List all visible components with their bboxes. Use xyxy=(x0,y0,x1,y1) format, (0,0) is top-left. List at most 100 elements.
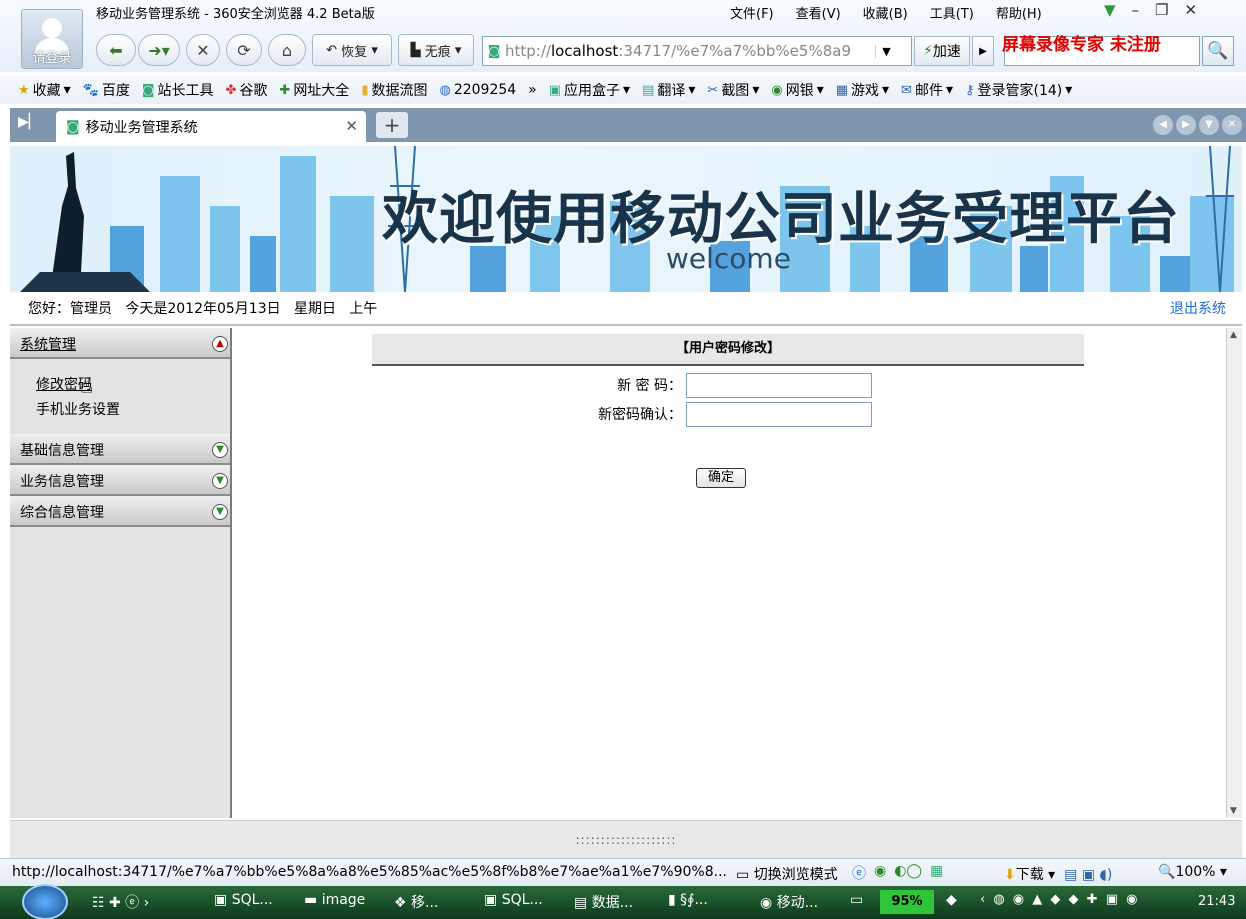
google-icon: ✤ xyxy=(225,82,237,98)
menu-tools[interactable]: 工具(T) xyxy=(930,3,974,22)
bookmark-google[interactable]: ✤ 谷歌 xyxy=(226,80,268,100)
task-mobile-1[interactable]: ❖ 移... xyxy=(394,892,438,912)
expand-icon[interactable]: ▼ xyxy=(212,504,228,520)
tab-next-icon[interactable]: ▶ xyxy=(1176,115,1196,135)
new-password-label: 新 密 码： xyxy=(617,378,682,394)
confirm-password-input[interactable] xyxy=(686,402,872,427)
login-avatar[interactable]: 请登录 xyxy=(21,9,83,69)
restore-window-icon[interactable]: ❐ xyxy=(1155,1,1168,19)
refresh-button[interactable]: ⟳ xyxy=(226,34,262,66)
forward-button[interactable]: ➜▾ xyxy=(138,34,180,66)
bookmark-sites[interactable]: ✚ 网址大全 xyxy=(279,80,349,100)
tab-current[interactable]: ◙ 移动业务管理系统 ✕ xyxy=(56,111,366,142)
calculator-icon[interactable]: ▦ xyxy=(930,863,943,883)
new-tab-button[interactable]: + xyxy=(376,112,408,138)
scroll-down-icon[interactable]: ▼ xyxy=(1230,806,1237,816)
switch-mode-button[interactable]: ▭ 切换浏览模式 xyxy=(736,864,838,884)
menu-favorites[interactable]: 收藏(B) xyxy=(863,3,908,22)
undo-icon: ↶ xyxy=(326,42,338,58)
avatar-icon xyxy=(42,18,62,38)
address-bar[interactable]: ◙ http://localhost:34717/%e7%a7%bb%e5%8a… xyxy=(482,36,912,66)
bookmark-webmaster[interactable]: ◙ 站长工具 xyxy=(142,80,214,100)
stop-button[interactable]: ✕ xyxy=(186,34,220,66)
bookmark-bank[interactable]: ◉ 网银 ▾ xyxy=(771,80,823,100)
sidebar-item-phone-service[interactable]: 手机业务设置 xyxy=(36,399,120,419)
bookmark-favorites[interactable]: ★ 收藏 ▾ xyxy=(18,80,71,100)
bookmark-baidu[interactable]: 🐾 百度 xyxy=(83,80,130,100)
frame-splitter[interactable]: :::::::::::::::::::: xyxy=(10,820,1242,858)
incognito-button[interactable]: ▙ 无痕 ▾ xyxy=(398,34,474,66)
ie-icon[interactable]: ⓔ xyxy=(852,863,866,883)
menu-view[interactable]: 查看(V) xyxy=(796,3,841,22)
start-button[interactable] xyxy=(22,884,68,919)
sidebar-section-basic-info[interactable]: 基础信息管理 ▼ xyxy=(10,434,230,465)
quicklaunch-icons[interactable]: ☷ ✚ ⓔ › xyxy=(92,892,149,912)
task-misc[interactable]: ▮ §∮... xyxy=(668,892,708,908)
menu-help[interactable]: 帮助(H) xyxy=(996,3,1042,22)
address-dropdown-icon[interactable]: ▼ xyxy=(875,44,897,58)
address-url[interactable]: http://localhost:34717/%e7%a7%bb%e5%8a9 xyxy=(505,42,875,60)
bookmark-more[interactable]: » xyxy=(528,82,537,98)
sidebar-toggle-icon[interactable]: ▶▏ xyxy=(18,114,40,130)
power-icon[interactable]: ◆ xyxy=(946,892,957,908)
bookmark-login-manager[interactable]: ⚷ 登录管家(14) ▾ xyxy=(965,80,1072,100)
confirm-button[interactable]: 确定 xyxy=(696,468,746,488)
notes-icon[interactable]: ▤ xyxy=(1064,867,1077,883)
accelerate-menu-button[interactable]: ▶ xyxy=(972,36,994,66)
sidebar-section-general-info[interactable]: 综合信息管理 ▼ xyxy=(10,496,230,527)
task-image[interactable]: ▬ image xyxy=(304,892,365,908)
scroll-up-icon[interactable]: ▲ xyxy=(1230,330,1237,340)
word-icon: ▤ xyxy=(574,895,588,911)
accelerate-button[interactable]: ⚡ 加速 xyxy=(914,36,970,66)
bank-icon: ◉ xyxy=(771,82,783,98)
close-window-icon[interactable]: ✕ xyxy=(1185,1,1198,19)
tab-close-all-icon[interactable]: ✕ xyxy=(1222,115,1242,135)
bookmark-dataflow[interactable]: ▮ 数据流图 xyxy=(361,80,427,100)
banner-subtitle: welcome xyxy=(666,242,791,275)
window-title: 移动业务管理系统 - 360安全浏览器 4.2 Beta版 xyxy=(96,7,375,22)
keyboard-icon[interactable]: ▭ xyxy=(850,892,863,908)
close-tab-icon[interactable]: ✕ xyxy=(345,117,358,135)
new-password-input[interactable] xyxy=(686,373,872,398)
task-sql-2[interactable]: ▣ SQL... xyxy=(484,892,543,908)
zoom-control[interactable]: 🔍100% ▾ xyxy=(1158,864,1227,880)
logout-link[interactable]: 退出系统 xyxy=(1170,298,1226,318)
back-button[interactable]: ⬅ xyxy=(96,34,136,66)
speaker-icon[interactable]: ◖) xyxy=(1100,867,1113,883)
restore-button[interactable]: ↶ 恢复 ▾ xyxy=(312,34,392,66)
bookmark-label: 百度 xyxy=(101,83,130,99)
expand-icon[interactable]: ▼ xyxy=(212,442,228,458)
skin-icon[interactable]: ▼ xyxy=(1104,1,1116,19)
battery-indicator[interactable]: 95% xyxy=(880,890,934,914)
bookmark-2209254[interactable]: ◍ 2209254 xyxy=(439,82,516,98)
key-icon: ⚷ xyxy=(964,82,975,98)
expand-icon[interactable]: ▼ xyxy=(212,473,228,489)
toggle-icon[interactable]: ◐◯ xyxy=(894,863,922,883)
tab-list-icon[interactable]: ▼ xyxy=(1199,115,1219,135)
collapse-icon[interactable]: ▲ xyxy=(212,336,228,352)
home-button[interactable]: ⌂ xyxy=(268,34,306,66)
menu-file[interactable]: 文件(F) xyxy=(730,3,774,22)
task-data[interactable]: ▤ 数据... xyxy=(574,892,633,912)
sidebar-section-title: 业务信息管理 xyxy=(20,474,104,490)
form-header: 【用户密码修改】 xyxy=(372,334,1084,366)
task-mobile-2[interactable]: ◉ 移动... xyxy=(760,892,818,912)
bookmark-appbox[interactable]: ▣ 应用盒子 ▾ xyxy=(549,80,630,100)
search-button[interactable]: 🔍 xyxy=(1202,36,1234,66)
vertical-scrollbar[interactable]: ▲ ▼ xyxy=(1226,328,1242,818)
security-icon[interactable]: ◉ xyxy=(874,863,886,883)
incognito-label: 无痕 xyxy=(424,44,451,60)
window-list-icon[interactable]: ▣ xyxy=(1082,867,1095,883)
minimize-icon[interactable]: – xyxy=(1132,1,1140,19)
bookmark-screenshot[interactable]: ✂ 截图 ▾ xyxy=(707,80,759,100)
download-button[interactable]: ⬇下载 ▾ ▤ ▣ ◖) xyxy=(1004,864,1112,884)
sidebar-section-system[interactable]: 系统管理 ▲ xyxy=(10,328,230,359)
sidebar-section-business-info[interactable]: 业务信息管理 ▼ xyxy=(10,465,230,496)
bookmark-translate[interactable]: ▤ 翻译 ▾ xyxy=(642,80,695,100)
bookmark-mail[interactable]: ✉ 邮件 ▾ xyxy=(901,80,953,100)
bookmarks-bar: ★ 收藏 ▾ 🐾 百度 ◙ 站长工具 ✤ 谷歌 ✚ 网址大全 ▮ 数据流图 ◍ 2209254… xyxy=(0,76,1246,104)
bookmark-games[interactable]: ▦ 游戏 ▾ xyxy=(836,80,889,100)
task-sql-1[interactable]: ▣ SQL... xyxy=(214,892,273,908)
system-tray-icons[interactable]: ‹ ◍ ◉ ▲ ◆ ◆ ✚ ▣ ◉ xyxy=(980,892,1139,907)
tab-prev-icon[interactable]: ◀ xyxy=(1153,115,1173,135)
